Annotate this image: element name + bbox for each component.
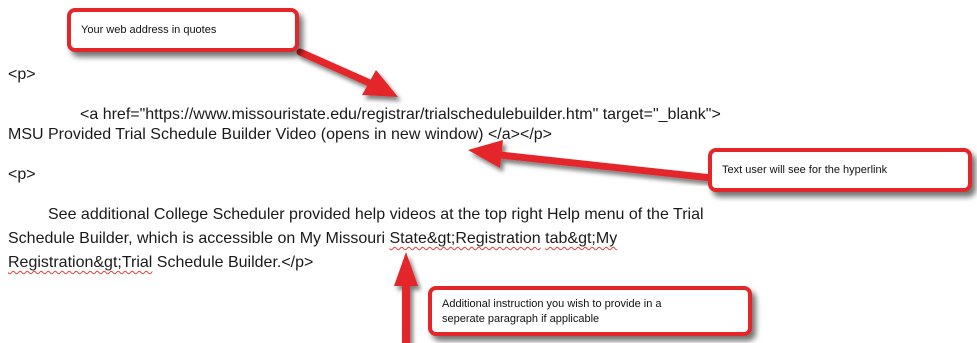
callout-additional-line-1: Additional instruction you wish to provi…	[442, 298, 662, 310]
paragraph-line-3-text: Schedule Builder.</p>	[152, 254, 314, 271]
spellcheck-word-tab-my: tab&gt;My	[545, 230, 618, 247]
callout-additional-instruction: Additional instruction you wish to provi…	[428, 286, 752, 336]
link-text-line: MSU Provided Trial Schedule Builder Vide…	[8, 126, 553, 143]
p-open-tag-1: <p>	[8, 66, 36, 83]
spellcheck-word-state-registration: State&gt;Registration	[389, 230, 541, 247]
paragraph-line-1: See additional College Scheduler provide…	[48, 206, 704, 223]
arrow-to-paragraph	[394, 252, 418, 343]
callout-link-text-text: Text user will see for the hyperlink	[722, 164, 888, 176]
arrow-to-url	[296, 48, 398, 97]
paragraph-line-2: Schedule Builder, which is accessible on…	[8, 227, 617, 251]
callout-web-address-text: Your web address in quotes	[81, 24, 217, 36]
paragraph-line-2-text: Schedule Builder, which is accessible on…	[8, 230, 390, 247]
paragraph-line-3: Registration&gt;Trial Schedule Builder.<…	[8, 251, 313, 275]
p-open-tag-2: <p>	[8, 166, 36, 183]
callout-web-address: Your web address in quotes	[67, 8, 299, 52]
callout-link-text: Text user will see for the hyperlink	[708, 148, 972, 192]
callout-additional-line-2: seperate paragraph if applicable	[442, 313, 600, 325]
spellcheck-word-registration-trial: Registration&gt;Trial	[8, 254, 153, 271]
